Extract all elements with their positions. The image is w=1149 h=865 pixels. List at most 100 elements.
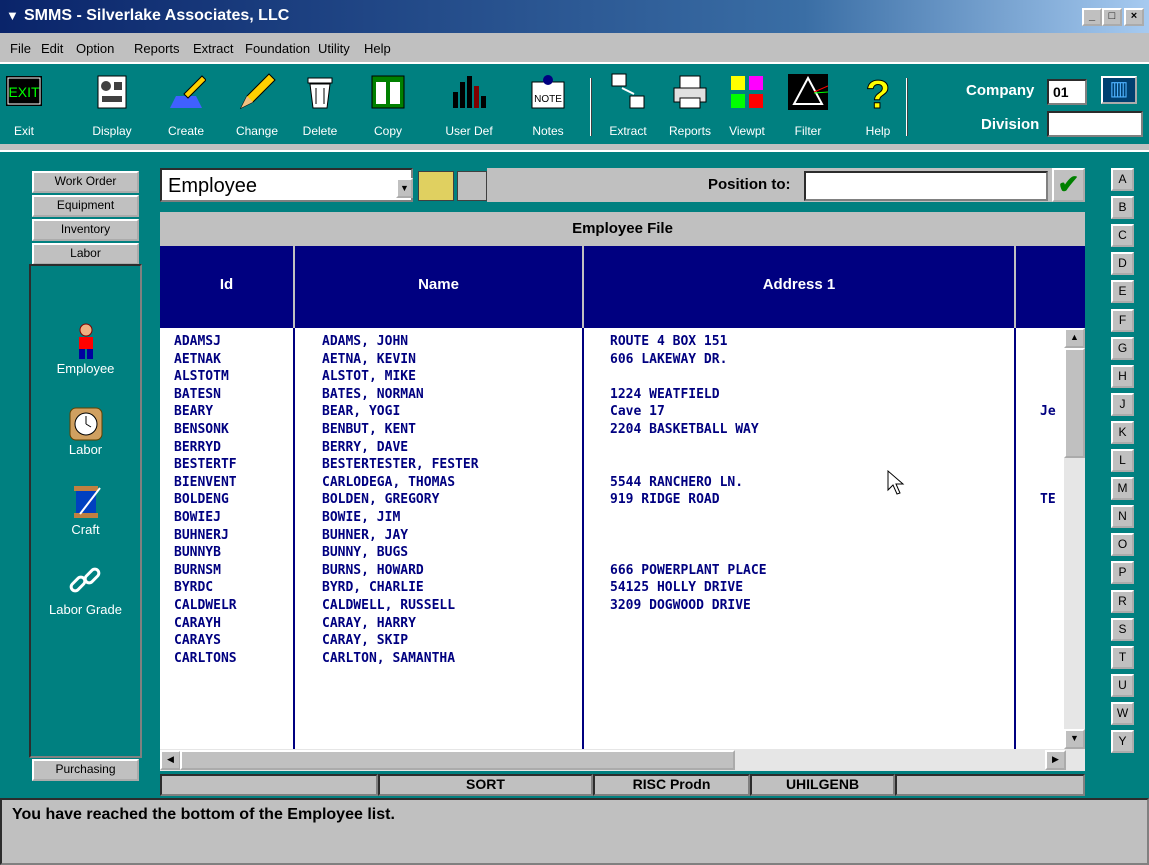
alpha-index-f[interactable]: F: [1111, 308, 1134, 332]
table-row[interactable]: AETNAK AETNA, KEVIN 606 LAKEWAY DR.: [160, 352, 1064, 369]
table-row[interactable]: BOWIEJ BOWIE, JIM: [160, 510, 1064, 527]
alpha-index-o[interactable]: O: [1111, 533, 1134, 557]
alpha-index-r[interactable]: R: [1111, 589, 1134, 613]
company-field[interactable]: 01: [1047, 79, 1087, 105]
copy-button[interactable]: Copy: [366, 66, 410, 142]
menu-file[interactable]: File: [10, 41, 31, 56]
exit-button[interactable]: EXIT Exit: [6, 66, 42, 142]
menu-edit[interactable]: Edit: [41, 41, 63, 56]
scroll-down-icon[interactable]: ▼: [1064, 729, 1085, 749]
viewpt-label: Viewpt: [729, 124, 765, 138]
file-select[interactable]: Employee: [160, 168, 413, 202]
alpha-index-y[interactable]: Y: [1111, 730, 1134, 753]
nav-item-labor-grade[interactable]: Labor Grade: [31, 562, 140, 617]
table-row[interactable]: BATESN BATES, NORMAN 1224 WEATFIELD: [160, 387, 1064, 404]
column-header-address1[interactable]: Address 1: [584, 246, 1016, 328]
alpha-index-k[interactable]: K: [1111, 420, 1134, 444]
cell-address1: 606 LAKEWAY DR.: [610, 351, 728, 367]
nav-item-craft[interactable]: Craft: [31, 482, 140, 537]
tab-inventory[interactable]: Inventory: [32, 219, 139, 241]
delete-button[interactable]: Delete: [296, 66, 344, 142]
table-row[interactable]: BYRDC BYRD, CHARLIE 54125 HOLLY DRIVE: [160, 580, 1064, 597]
maximize-button[interactable]: □: [1102, 8, 1122, 26]
checkmark-icon[interactable]: ✔: [1052, 168, 1085, 202]
table-row[interactable]: BESTERTF BESTERTESTER, FESTER: [160, 457, 1064, 474]
menu-help[interactable]: Help: [364, 41, 391, 56]
table-row[interactable]: BEARY BEAR, YOGI Cave 17 Je: [160, 404, 1064, 421]
nav-item-employee[interactable]: Employee: [31, 321, 140, 376]
menu-option[interactable]: Option: [76, 41, 114, 56]
create-button[interactable]: Create: [158, 66, 214, 142]
scroll-up-icon[interactable]: ▲: [1064, 328, 1085, 348]
horizontal-scrollbar[interactable]: ◀ ▶: [160, 749, 1085, 771]
table-row[interactable]: BUHNERJ BUHNER, JAY: [160, 528, 1064, 545]
help-button[interactable]: ? Help: [858, 66, 898, 142]
table-row[interactable]: BUNNYB BUNNY, BUGS: [160, 545, 1064, 562]
scroll-right-icon[interactable]: ▶: [1045, 750, 1066, 770]
vertical-scrollbar[interactable]: ▲ ▼: [1064, 328, 1085, 749]
alpha-index-n[interactable]: N: [1111, 505, 1134, 529]
tab-purchasing[interactable]: Purchasing: [32, 759, 139, 781]
alpha-index-s[interactable]: S: [1111, 617, 1134, 641]
table-row[interactable]: CALDWELR CALDWELL, RUSSELL 3209 DOGWOOD DR…: [160, 598, 1064, 615]
alpha-index-p[interactable]: P: [1111, 561, 1134, 585]
change-button[interactable]: Change: [226, 66, 288, 142]
alpha-index-l[interactable]: L: [1111, 449, 1134, 472]
table-row[interactable]: BERRYD BERRY, DAVE: [160, 440, 1064, 457]
alpha-index-m[interactable]: M: [1111, 477, 1134, 501]
alpha-index-a[interactable]: A: [1111, 168, 1134, 191]
scroll-thumb[interactable]: [180, 750, 735, 770]
table-row[interactable]: BOLDENG BOLDEN, GREGORY 919 RIDGE ROAD TE: [160, 492, 1064, 509]
notes-button[interactable]: NOTE Notes: [521, 66, 575, 142]
table-row[interactable]: BURNSM BURNS, HOWARD 666 POWERPLANT PLACE: [160, 563, 1064, 580]
division-field[interactable]: [1047, 111, 1143, 137]
userdef-button[interactable]: User Def: [436, 66, 502, 142]
query-icon[interactable]: [418, 171, 454, 201]
reports-button[interactable]: Reports: [661, 66, 719, 142]
alpha-index-j[interactable]: J: [1111, 392, 1134, 416]
minimize-button[interactable]: _: [1082, 8, 1102, 26]
column-header-next[interactable]: [1016, 246, 1085, 328]
alpha-index-u[interactable]: U: [1111, 673, 1134, 697]
column-header-id[interactable]: Id: [160, 246, 295, 328]
misc-icon[interactable]: [457, 171, 487, 201]
column-header-name[interactable]: Name: [295, 246, 584, 328]
alpha-index-h[interactable]: H: [1111, 364, 1134, 388]
scroll-thumb[interactable]: [1064, 348, 1085, 458]
extract-button[interactable]: Extract: [601, 66, 655, 142]
position-input[interactable]: [804, 171, 1048, 201]
building-icon[interactable]: ▥: [1101, 76, 1137, 104]
table-row[interactable]: CARAYH CARAY, HARRY: [160, 616, 1064, 633]
table-row[interactable]: CARAYS CARAY, SKIP: [160, 633, 1064, 650]
table-row[interactable]: ADAMSJ ADAMS, JOHN ROUTE 4 BOX 151: [160, 334, 1064, 351]
tab-equipment[interactable]: Equipment: [32, 195, 139, 217]
status-user: UHILGENB: [750, 774, 895, 796]
chevron-down-icon[interactable]: ▼: [396, 178, 413, 198]
menu-foundation[interactable]: Foundation: [245, 41, 310, 56]
table-row[interactable]: BENSONK BENBUT, KENT 2204 BASKETBALL WAY: [160, 422, 1064, 439]
alpha-index-t[interactable]: T: [1111, 645, 1134, 669]
table-row[interactable]: BIENVENT CARLODEGA, THOMAS 5544 RANCHERO L…: [160, 475, 1064, 492]
close-button[interactable]: ×: [1124, 8, 1144, 26]
table-row[interactable]: ALSTOTM ALSTOT, MIKE: [160, 369, 1064, 386]
labor-nav-panel: Employee Labor Craft Labor Grade: [29, 264, 142, 758]
alpha-index-e[interactable]: E: [1111, 280, 1134, 304]
app-icon[interactable]: ▼: [6, 8, 20, 24]
alpha-index-b[interactable]: B: [1111, 196, 1134, 220]
menu-reports[interactable]: Reports: [134, 41, 180, 56]
alpha-index-d[interactable]: D: [1111, 252, 1134, 276]
alpha-index-g[interactable]: G: [1111, 336, 1134, 360]
cell-next: Je: [1040, 404, 1056, 420]
menu-utility[interactable]: Utility: [318, 41, 350, 56]
table-row[interactable]: CARLTONS CARLTON, SAMANTHA: [160, 651, 1064, 668]
tab-work-order[interactable]: Work Order: [32, 171, 139, 193]
menu-extract[interactable]: Extract: [193, 41, 233, 56]
alpha-index-w[interactable]: W: [1111, 701, 1134, 725]
filter-button[interactable]: Filter: [786, 66, 830, 142]
alpha-index-c[interactable]: C: [1111, 224, 1134, 248]
viewpt-button[interactable]: Viewpt: [723, 66, 771, 142]
display-button[interactable]: Display: [84, 66, 140, 142]
nav-item-labor[interactable]: Labor: [31, 402, 140, 457]
scroll-left-icon[interactable]: ◀: [160, 750, 181, 770]
tab-labor[interactable]: Labor: [32, 243, 139, 265]
